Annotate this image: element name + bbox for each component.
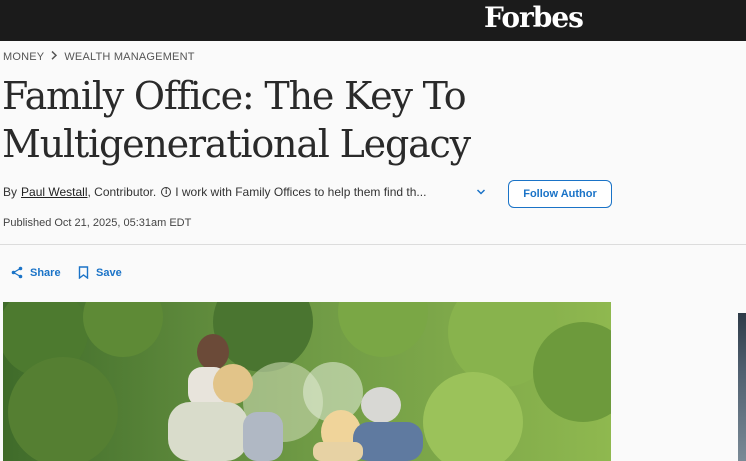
published-date: Published Oct 21, 2025, 05:31am EDT: [3, 217, 192, 229]
forbes-logo[interactable]: Forbes: [484, 0, 584, 41]
chevron-right-icon: [50, 50, 58, 63]
breadcrumb-money[interactable]: MONEY: [3, 51, 44, 63]
info-icon: i: [161, 187, 172, 197]
bookmark-icon: [78, 266, 89, 279]
chevron-down-icon[interactable]: [474, 185, 488, 199]
share-icon: [11, 266, 23, 279]
breadcrumb-wealth-management[interactable]: WEALTH MANAGEMENT: [64, 51, 194, 63]
share-button[interactable]: Share: [11, 266, 61, 279]
article-headline: Family Office: The Key To Multigeneratio…: [2, 74, 471, 166]
byline: By Paul Westall , Contributor. i I work …: [3, 185, 426, 199]
save-label: Save: [96, 266, 122, 279]
save-button[interactable]: Save: [78, 266, 122, 279]
site-header: Forbes: [0, 0, 746, 41]
byline-prefix: By: [3, 185, 18, 199]
author-link[interactable]: Paul Westall: [21, 185, 87, 199]
breadcrumb: MONEY WEALTH MANAGEMENT: [3, 50, 195, 63]
author-bio: I work with Family Offices to help them …: [175, 185, 427, 199]
sidebar-ad-image[interactable]: [738, 313, 746, 461]
share-label: Share: [30, 266, 61, 279]
hero-image: [3, 302, 611, 461]
divider: [0, 244, 746, 245]
follow-author-button[interactable]: Follow Author: [508, 180, 612, 208]
author-role: , Contributor.: [87, 185, 157, 199]
